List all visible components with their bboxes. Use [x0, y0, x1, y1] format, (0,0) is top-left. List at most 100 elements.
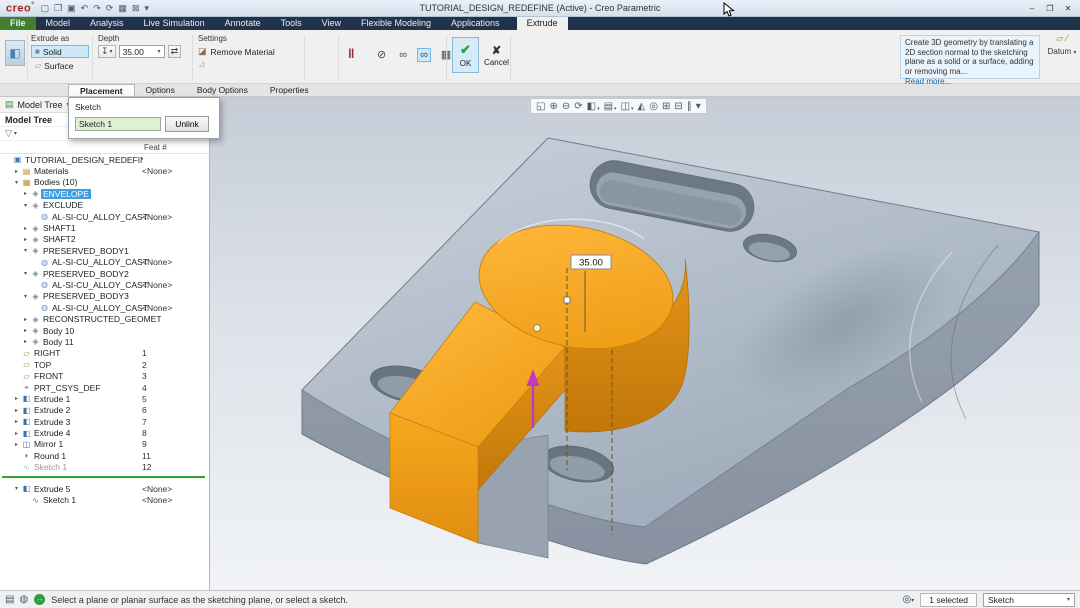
tree-item[interactable]: ▸◈RECONSTRUCTED_GEOMETRY [0, 313, 209, 324]
restore-button[interactable]: ❐ [1042, 2, 1058, 15]
solid-button[interactable]: ■ Solid [31, 45, 89, 58]
sketch-handle[interactable] [564, 297, 570, 303]
tree-item[interactable]: ∿Sketch 112 [0, 462, 209, 473]
expand-arrow-icon[interactable]: ▾ [21, 270, 30, 277]
ribbon-tab-annotate[interactable]: Annotate [215, 17, 271, 30]
cancel-button[interactable]: ✘ Cancel [483, 37, 510, 73]
web-browser-toggle-icon[interactable]: ◍ [19, 594, 28, 605]
tree-item[interactable]: ▾◧Extrude 5<None> [0, 483, 209, 494]
expand-arrow-icon[interactable]: ▾ [21, 247, 30, 254]
minimize-button[interactable]: – [1024, 2, 1040, 15]
ribbon-tab-model[interactable]: Model [36, 17, 81, 30]
selection-filter-dropdown[interactable]: Sketch ▾ [983, 593, 1075, 607]
tree-item[interactable]: ◗Round 111 [0, 450, 209, 461]
datum-display-icon[interactable]: ◫▾ [621, 101, 634, 112]
search-icon[interactable]: ◎▾ [903, 594, 915, 605]
ribbon-tab-extrude[interactable]: Extrude [517, 17, 568, 30]
close-window-icon[interactable]: ⊠ [132, 1, 140, 16]
annotation-display-icon[interactable]: ◭ [638, 101, 646, 112]
tree-item[interactable]: ▾◈PRESERVED_BODY2 [0, 268, 209, 279]
expand-arrow-icon[interactable]: ▸ [12, 441, 21, 448]
datum-axis-icon[interactable]: ∕ [1066, 33, 1068, 44]
ok-button[interactable]: ✔ OK [452, 37, 479, 73]
ribbon-tab-view[interactable]: View [312, 17, 351, 30]
close-button[interactable]: ✕ [1060, 2, 1076, 15]
new-file-icon[interactable]: ▢ [41, 1, 50, 16]
3d-dragger-icon[interactable]: ⊞ [662, 101, 670, 112]
tree-item[interactable]: ▸◫Mirror 19 [0, 439, 209, 450]
dashboard-tab-properties[interactable]: Properties [259, 84, 320, 96]
ribbon-tab-applications[interactable]: Applications [441, 17, 510, 30]
expand-arrow-icon[interactable]: ▸ [21, 190, 30, 197]
tree-item[interactable]: ▸◈Body 10 [0, 325, 209, 336]
unlink-button[interactable]: Unlink [165, 116, 209, 132]
chevron-down-icon[interactable]: ▾ [14, 130, 17, 137]
tree-item[interactable]: ▾◈PRESERVED_BODY1 [0, 245, 209, 256]
depth-type-dropdown[interactable]: ↧▾ [98, 45, 116, 58]
repaint-icon[interactable]: ⟳ [574, 101, 582, 112]
tree-item[interactable]: ▸◈ENVELOPE [0, 188, 209, 199]
filter-icon[interactable]: ▽ [5, 128, 12, 139]
expand-arrow-icon[interactable]: ▸ [12, 430, 21, 437]
pause-button[interactable]: ‖ [348, 46, 355, 61]
depth-drag-handle[interactable] [534, 325, 541, 332]
expand-arrow-icon[interactable]: ▸ [21, 225, 30, 232]
expand-arrow-icon[interactable]: ▾ [21, 293, 30, 300]
surface-button[interactable]: ▱ Surface [31, 59, 89, 72]
expand-arrow-icon[interactable]: ▸ [21, 338, 30, 345]
chevron-down-icon[interactable]: ▾ [1073, 50, 1076, 56]
tree-item[interactable]: ▸◧Extrude 26 [0, 405, 209, 416]
shading-style-icon[interactable]: ◧▾ [587, 101, 600, 112]
tree-item[interactable]: ▣TUTORIAL_DESIGN_REDEFINE.PRT [0, 154, 209, 165]
insert-indicator[interactable] [2, 476, 205, 478]
tree-item[interactable]: ∿Sketch 1<None> [0, 494, 209, 505]
undo-icon[interactable]: ↶ [81, 1, 89, 16]
toolbar-options-icon[interactable]: ▾ [696, 101, 701, 112]
expand-arrow-icon[interactable]: ▸ [21, 327, 30, 334]
tree-item[interactable]: ▸◈Body 11 [0, 336, 209, 347]
dashboard-tab-body-options[interactable]: Body Options [186, 84, 259, 96]
model-tree-toggle-icon[interactable]: ▤ [5, 594, 14, 605]
expand-arrow-icon[interactable]: ▸ [12, 168, 21, 175]
expand-arrow-icon[interactable]: ▾ [21, 202, 30, 209]
quick-access-options-icon[interactable]: ▾ [144, 1, 149, 16]
window-icon[interactable]: ▦ [118, 1, 127, 16]
expand-arrow-icon[interactable]: ▾ [12, 179, 21, 186]
view-manager-icon[interactable]: ⊟ [674, 101, 682, 112]
pause-icon[interactable]: ∥ [687, 101, 692, 112]
tree-item[interactable]: ⌖PRT_CSYS_DEF4 [0, 382, 209, 393]
tree-item[interactable]: ▸◧Extrude 48 [0, 427, 209, 438]
ribbon-tab-live-simulation[interactable]: Live Simulation [134, 17, 215, 30]
thicken-sketch-button[interactable]: ⊿ [198, 58, 275, 71]
zoom-out-icon[interactable]: ⊖ [562, 101, 570, 112]
refit-icon[interactable]: ◱ [536, 101, 545, 112]
tree-item[interactable]: ▸◧Extrude 37 [0, 416, 209, 427]
spin-center-icon[interactable]: ◎ [649, 101, 658, 112]
expand-arrow-icon[interactable]: ▸ [21, 236, 30, 243]
tree-item[interactable]: ▾◈PRESERVED_BODY3 [0, 291, 209, 302]
regenerate-icon[interactable]: ⟳ [106, 1, 114, 16]
tree-item[interactable]: ▾▦Bodies (10) [0, 177, 209, 188]
depth-dimension[interactable]: 35.00 [571, 255, 611, 269]
tree-item[interactable]: ◍AL-SI-CU_ALLOY_CAST<None> [0, 257, 209, 268]
ribbon-tab-analysis[interactable]: Analysis [80, 17, 134, 30]
ribbon-tab-file[interactable]: File [0, 17, 36, 30]
ribbon-tab-flexible-modeling[interactable]: Flexible Modeling [351, 17, 441, 30]
zoom-in-icon[interactable]: ⊕ [549, 101, 557, 112]
save-icon[interactable]: ▣ [67, 1, 76, 16]
flip-direction-button[interactable]: ⇄ [168, 45, 182, 58]
depth-value-input[interactable]: 35.00▾ [119, 45, 165, 58]
expand-arrow-icon[interactable]: ▸ [12, 418, 21, 425]
dashboard-tab-placement[interactable]: Placement [68, 84, 135, 96]
expand-arrow-icon[interactable]: ▸ [12, 395, 21, 402]
tree-item[interactable]: ▸◈SHAFT2 [0, 234, 209, 245]
remove-material-button[interactable]: ◪ Remove Material [198, 45, 275, 58]
tree-item[interactable]: ▸◈SHAFT1 [0, 222, 209, 233]
tree-item[interactable]: ▸◧Extrude 15 [0, 393, 209, 404]
display-style-icon[interactable]: ▤▾ [604, 101, 617, 112]
tree-item[interactable]: ◍AL-SI-CU_ALLOY_CAST<None> [0, 302, 209, 313]
expand-arrow-icon[interactable]: ▸ [12, 407, 21, 414]
tree-item[interactable]: ▱FRONT3 [0, 370, 209, 381]
ribbon-tab-tools[interactable]: Tools [271, 17, 312, 30]
tree-item[interactable]: ▸▤Materials<None> [0, 165, 209, 176]
